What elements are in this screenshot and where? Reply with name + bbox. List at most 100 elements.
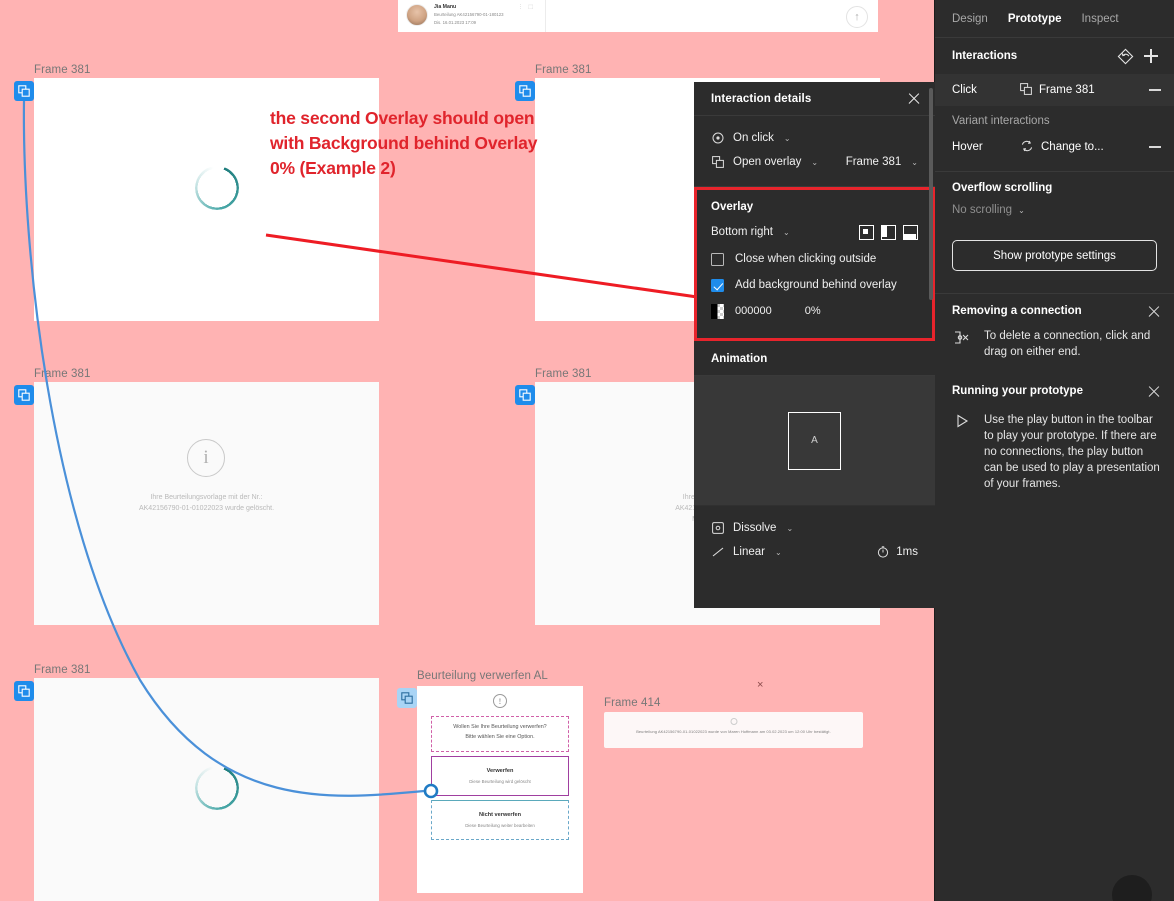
chevron-down-icon[interactable]: ⌄ xyxy=(775,548,782,557)
overlay-badge[interactable] xyxy=(397,688,417,708)
trigger-action-section: On click ⌄ Open overlay ⌄ Frame 381 ⌄ xyxy=(694,116,935,187)
top-card-line3: Dis. 16.01.2023 17:09 xyxy=(434,20,477,25)
frame-414[interactable]: Beurteilung AK42156790-01-01022023 wurde… xyxy=(604,712,863,748)
overlay-icon xyxy=(711,155,725,169)
chevron-down-icon[interactable]: ⌄ xyxy=(911,158,918,167)
frame-381-e[interactable] xyxy=(34,678,379,901)
dialog-scrollbar[interactable] xyxy=(929,88,933,300)
position-center-icon[interactable] xyxy=(859,224,874,240)
annotation-line-3: 0% (Example 2) xyxy=(270,158,396,178)
trigger-label: On click xyxy=(733,132,774,144)
animation-easing-row[interactable]: Linear ⌄ 1ms xyxy=(711,540,918,564)
close-icon[interactable] xyxy=(1147,384,1161,398)
background-color-row[interactable]: 000000 0% xyxy=(711,298,918,324)
animation-type-row[interactable]: Dissolve ⌄ xyxy=(711,516,918,540)
chevron-down-icon[interactable]: ⌄ xyxy=(786,524,793,533)
add-background-checkbox[interactable] xyxy=(711,278,724,292)
top-card-name: Jia Manu xyxy=(434,4,457,10)
interaction-row-hover[interactable]: Hover Change to... xyxy=(935,131,1174,163)
option1-subtitle: Diese Beurteilung wird gelöscht xyxy=(469,779,531,784)
frame-label: Frame 381 xyxy=(34,664,91,676)
overlay-badge[interactable] xyxy=(14,81,34,101)
status-dot-icon xyxy=(730,718,737,725)
dissolve-icon xyxy=(711,521,725,535)
close-icon[interactable] xyxy=(906,91,922,107)
minus-icon[interactable] xyxy=(1149,89,1161,91)
annotation-line-1: the second Overlay should open xyxy=(270,108,535,128)
overlay-icon xyxy=(401,692,413,704)
info-icon: i xyxy=(187,439,225,477)
top-partial-frame[interactable]: Jia Manu Beurteilung AK42156790-01-18012… xyxy=(398,0,878,32)
overlay-badge[interactable] xyxy=(515,385,535,405)
interactions-header: Interactions xyxy=(935,38,1174,74)
deleted-text-line1: Ihre Beurteilungsvorlage mit der Nr.: xyxy=(150,494,263,501)
annotation-text: the second Overlay should open with Back… xyxy=(270,106,630,181)
click-target-icon xyxy=(711,131,725,145)
remove-connection-icon xyxy=(952,328,972,360)
discard-question-block: Wollen Sie Ihre Beurteilung verwerfen? B… xyxy=(431,716,569,752)
interaction-row-click[interactable]: Click Frame 381 xyxy=(935,74,1174,106)
tab-inspect[interactable]: Inspect xyxy=(1081,13,1118,25)
chevron-down-icon[interactable]: ⌄ xyxy=(784,134,791,143)
interaction-trigger: Click xyxy=(952,84,977,96)
chevron-down-icon[interactable]: ⌄ xyxy=(1018,206,1025,215)
overlay-icon xyxy=(18,389,30,401)
position-left-icon[interactable] xyxy=(881,224,896,240)
frame-381-c[interactable]: i Ihre Beurteilungsvorlage mit der Nr.: … xyxy=(34,382,379,625)
top-card-actions[interactable]: ⋮ ⬚ xyxy=(518,4,535,10)
arrow-up-icon[interactable]: ↑ xyxy=(846,6,868,28)
exclamation-circle-icon: ! xyxy=(493,694,507,708)
chevron-down-icon[interactable]: ⌄ xyxy=(783,228,790,237)
background-opacity-value[interactable]: 0% xyxy=(805,305,821,317)
chevron-down-icon[interactable]: ⌄ xyxy=(811,158,818,167)
play-icon xyxy=(952,412,972,492)
discard-option-nicht-verwerfen[interactable]: Nicht verwerfen Diese Beurteilung weiter… xyxy=(431,800,569,840)
delete-connection-marker[interactable]: × xyxy=(757,679,763,691)
animation-duration-value[interactable]: 1ms xyxy=(896,546,918,558)
overflow-value-row[interactable]: No scrolling ⌄ xyxy=(952,204,1157,216)
variant-target: Change to... xyxy=(1041,141,1104,153)
overlay-position-row[interactable]: Bottom right ⌄ xyxy=(711,218,918,246)
tip-body: To delete a connection, click and drag o… xyxy=(984,330,1151,358)
tab-design[interactable]: Design xyxy=(952,13,988,25)
tab-prototype[interactable]: Prototype xyxy=(1008,13,1062,25)
interactions-title: Interactions xyxy=(952,50,1018,62)
option2-subtitle: Diese Beurteilung weiter bearbeiten xyxy=(465,823,535,828)
frame-label: Frame 414 xyxy=(604,697,661,709)
action-destination[interactable]: Frame 381 xyxy=(846,156,902,168)
close-outside-checkbox[interactable] xyxy=(711,252,724,266)
tip-running-prototype: Running your prototype Use the play butt… xyxy=(935,370,1174,502)
frame-label: Frame 381 xyxy=(535,368,592,380)
reset-interaction-icon[interactable] xyxy=(1115,46,1135,66)
right-sidebar: Design Prototype Inspect Interactions Cl… xyxy=(934,0,1174,901)
discard-question-line1: Wollen Sie Ihre Beurteilung verwerfen? xyxy=(453,724,547,730)
overlay-settings-section: Overlay Bottom right ⌄ Close when clicki… xyxy=(694,187,935,341)
panel-tabs: Design Prototype Inspect xyxy=(935,0,1174,38)
discard-dialog-frame[interactable]: ! Wollen Sie Ihre Beurteilung verwerfen?… xyxy=(417,686,583,893)
minus-icon[interactable] xyxy=(1149,146,1161,148)
color-swatch[interactable] xyxy=(711,303,724,319)
add-background-row[interactable]: Add background behind overlay xyxy=(711,272,918,298)
overlay-badge[interactable] xyxy=(14,385,34,405)
trigger-row[interactable]: On click ⌄ xyxy=(711,126,918,150)
action-row[interactable]: Open overlay ⌄ Frame 381 ⌄ xyxy=(711,150,918,174)
easing-linear-icon xyxy=(711,545,725,559)
floating-action-button[interactable] xyxy=(1112,875,1152,901)
variant-interactions-title: Variant interactions xyxy=(952,115,1050,127)
annotation-line-2: with Background behind Overlay xyxy=(270,133,538,153)
background-color-value[interactable]: 000000 xyxy=(735,305,772,317)
action-label: Open overlay xyxy=(733,156,802,168)
overlay-badge[interactable] xyxy=(14,681,34,701)
animation-type-value: Dissolve xyxy=(733,522,777,534)
animation-settings-section: Dissolve ⌄ Linear ⌄ 1ms xyxy=(694,506,935,576)
show-prototype-settings-button[interactable]: Show prototype settings xyxy=(952,240,1157,271)
close-icon[interactable] xyxy=(1147,304,1161,318)
discard-option-verwerfen[interactable]: Verwerfen Diese Beurteilung wird gelösch… xyxy=(431,756,569,796)
close-when-clicking-outside-row[interactable]: Close when clicking outside xyxy=(711,246,918,272)
overlay-badge[interactable] xyxy=(515,81,535,101)
plus-icon[interactable] xyxy=(1141,46,1161,66)
position-bottom-icon[interactable] xyxy=(903,224,918,240)
overlay-position-value: Bottom right xyxy=(711,226,773,238)
interaction-target: Frame 381 xyxy=(1039,84,1095,96)
interaction-details-dialog[interactable]: Interaction details On click ⌄ Open over… xyxy=(694,82,935,608)
